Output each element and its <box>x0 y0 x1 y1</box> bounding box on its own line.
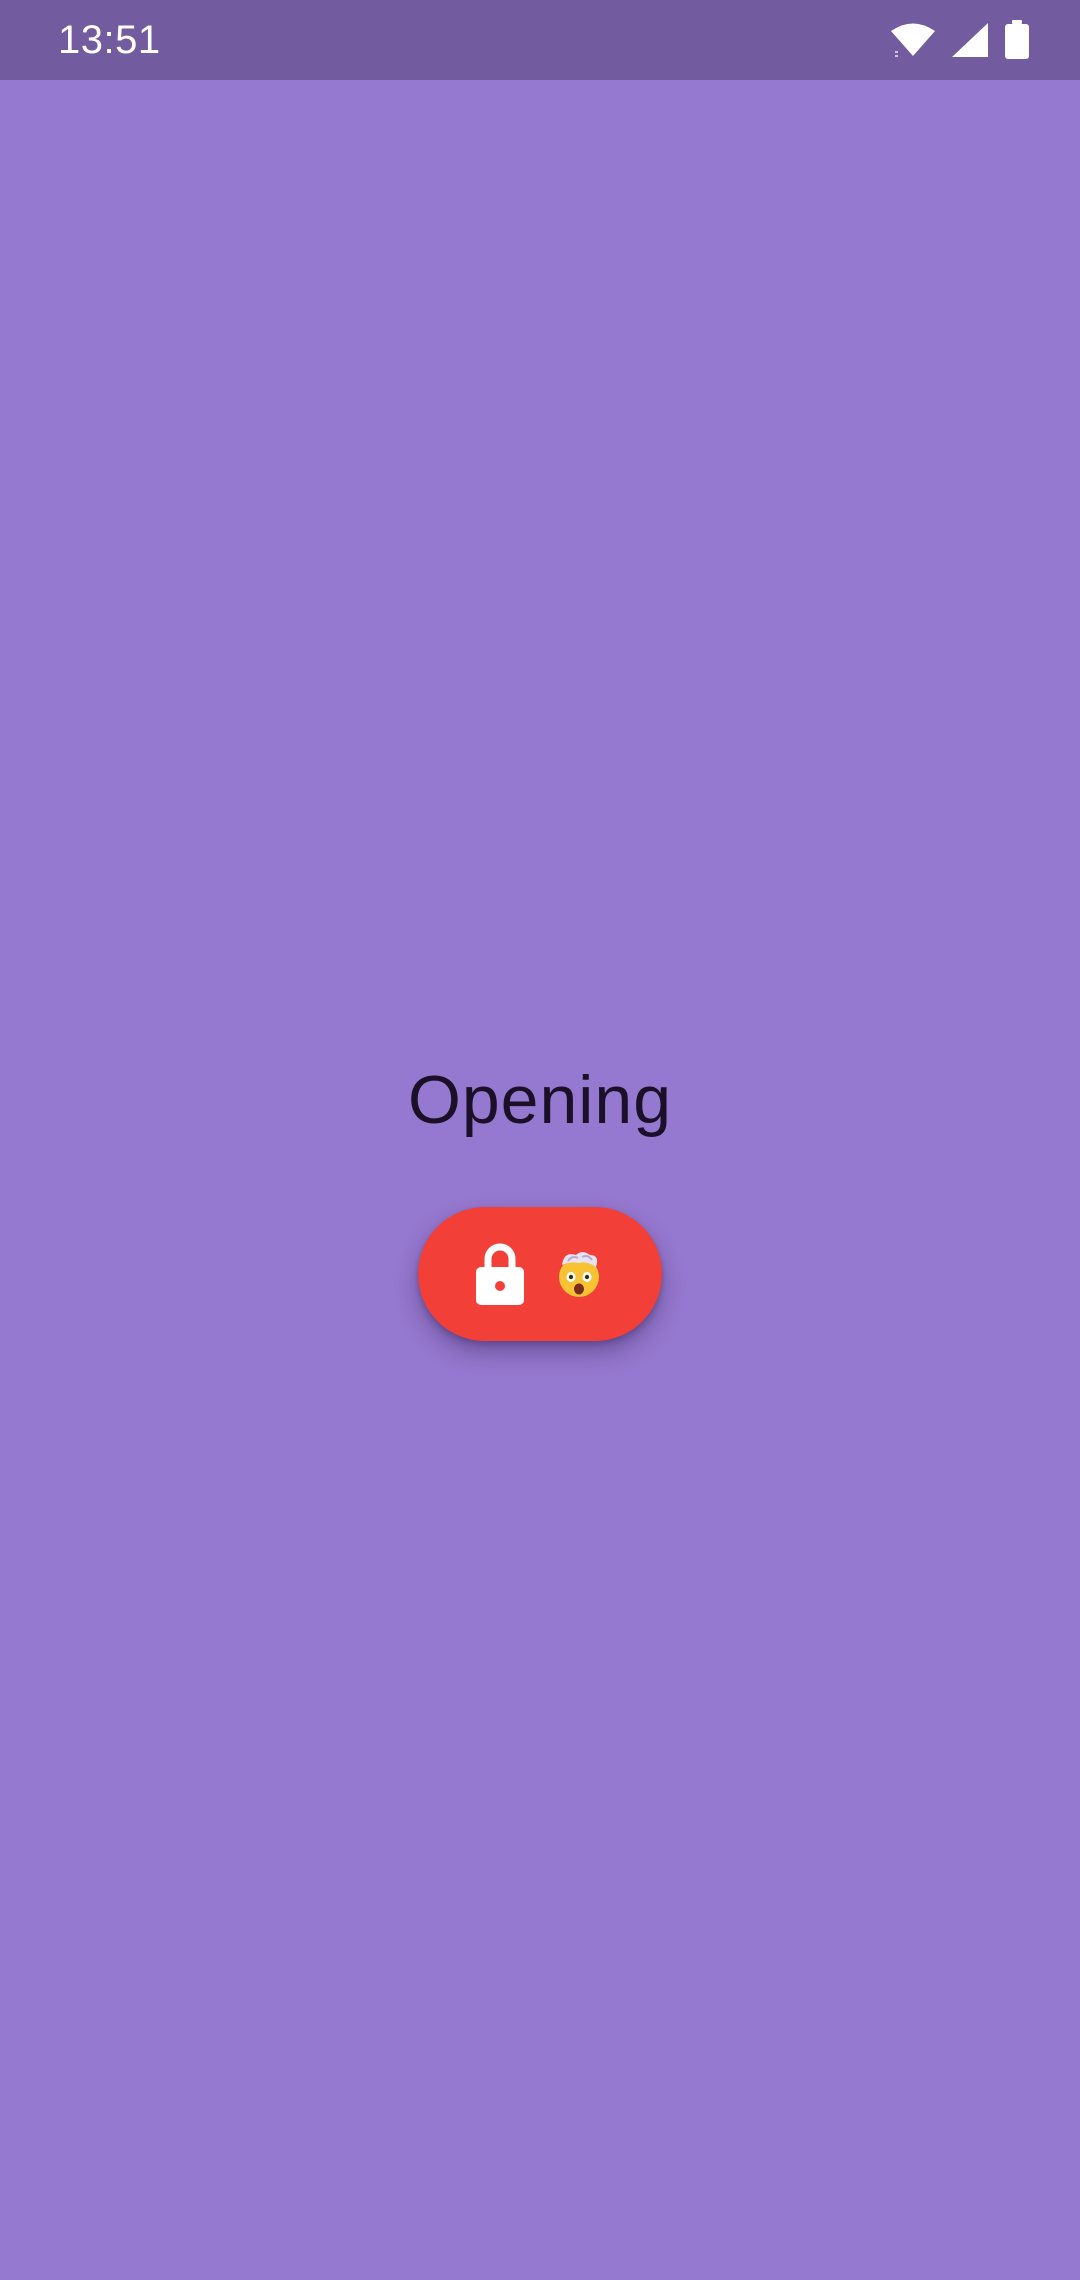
main-screen: Opening <box>0 80 1080 2280</box>
lock-toggle-button[interactable] <box>418 1207 662 1341</box>
status-bar: 13:51 <box>0 0 1080 80</box>
status-time: 13:51 <box>58 18 161 62</box>
battery-icon <box>1004 20 1030 60</box>
page-title: Opening <box>407 1062 673 1138</box>
status-icons <box>890 18 1030 62</box>
wifi-icon <box>890 22 936 58</box>
exploding-head-emoji-icon <box>554 1249 604 1299</box>
cellular-signal-icon <box>950 21 990 59</box>
lock-icon <box>476 1243 524 1305</box>
